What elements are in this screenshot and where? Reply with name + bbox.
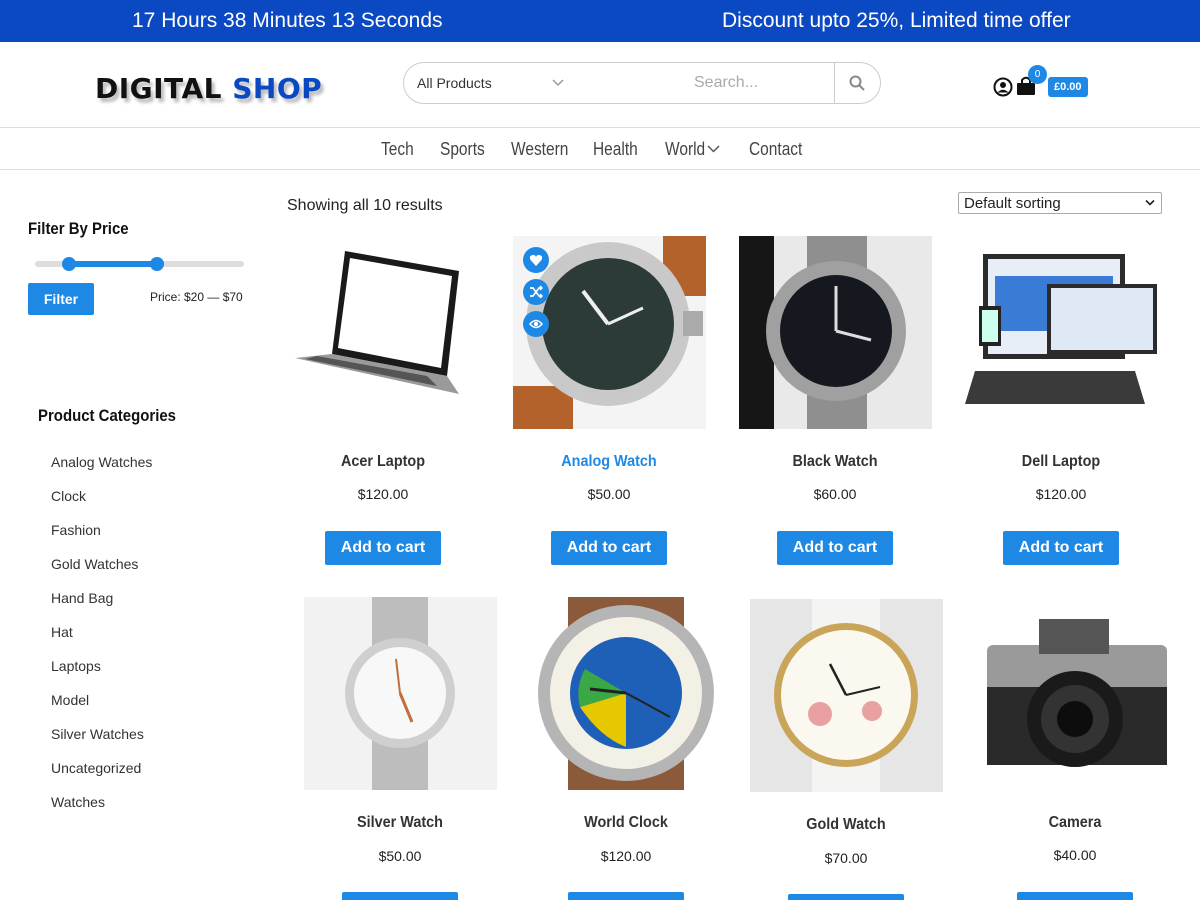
category-link[interactable]: Laptops bbox=[51, 658, 101, 674]
category-select[interactable]: All Products bbox=[417, 75, 492, 91]
category-link[interactable]: Watches bbox=[51, 794, 105, 810]
product-image-laptop[interactable] bbox=[287, 236, 480, 429]
chevron-down-icon bbox=[1145, 199, 1155, 206]
category-link[interactable]: Clock bbox=[51, 488, 86, 504]
main-nav: Tech Sports Western Health World Contact bbox=[0, 129, 1200, 170]
nav-item-sports[interactable]: Sports bbox=[440, 139, 485, 160]
chevron-down-icon[interactable] bbox=[707, 144, 720, 154]
sort-select-value: Default sorting bbox=[964, 195, 1061, 212]
filter-button[interactable]: Filter bbox=[28, 283, 94, 315]
add-to-cart-button[interactable]: Add to cart bbox=[342, 892, 458, 900]
category-link[interactable]: Model bbox=[51, 692, 89, 708]
product-price: $120.00 bbox=[600, 848, 652, 864]
product-image-gold-watch[interactable] bbox=[750, 599, 943, 792]
nav-item-world[interactable]: World bbox=[665, 139, 705, 160]
product-price: $120.00 bbox=[1035, 486, 1087, 502]
product-title[interactable]: World Clock bbox=[524, 814, 727, 832]
category-link[interactable]: Hat bbox=[51, 624, 73, 640]
nav-item-contact[interactable]: Contact bbox=[749, 139, 802, 160]
category-link[interactable]: Silver Watches bbox=[51, 726, 144, 742]
countdown-timer: 17 Hours 38 Minutes 13 Seconds bbox=[132, 9, 443, 32]
product-title[interactable]: Camera bbox=[973, 814, 1176, 832]
eye-icon bbox=[529, 319, 543, 329]
product-price: $120.00 bbox=[357, 486, 409, 502]
add-to-cart-button[interactable]: Add to cart bbox=[551, 531, 667, 565]
nav-item-health[interactable]: Health bbox=[593, 139, 638, 160]
product-image-camera[interactable] bbox=[979, 597, 1172, 790]
product-title[interactable]: Acer Laptop bbox=[281, 453, 484, 471]
filter-by-price-title: Filter By Price bbox=[28, 219, 129, 238]
cart-total[interactable]: £0.00 bbox=[1048, 77, 1088, 97]
product-price: $60.00 bbox=[813, 486, 857, 502]
search-button[interactable] bbox=[834, 63, 881, 103]
quick-view-button[interactable] bbox=[523, 311, 549, 337]
category-link[interactable]: Fashion bbox=[51, 522, 101, 538]
category-link[interactable]: Hand Bag bbox=[51, 590, 113, 606]
product-title[interactable]: Analog Watch bbox=[507, 453, 710, 471]
account-icon[interactable] bbox=[993, 77, 1013, 97]
result-count: Showing all 10 results bbox=[287, 197, 443, 214]
offer-text: Discount upto 25%, Limited time offer bbox=[722, 9, 1071, 32]
cart-count-badge: 0 bbox=[1028, 65, 1047, 84]
add-to-cart-button[interactable]: Add to cart bbox=[568, 892, 684, 900]
product-price: $50.00 bbox=[587, 486, 631, 502]
product-title[interactable]: Dell Laptop bbox=[959, 453, 1162, 471]
promo-banner: 17 Hours 38 Minutes 13 Seconds Discount … bbox=[0, 0, 1200, 42]
site-header: DIGITAL SHOP All Products Search... 0 £0… bbox=[0, 42, 1200, 128]
product-price: $50.00 bbox=[378, 848, 422, 864]
logo-text-digital: DIGITAL bbox=[95, 72, 222, 105]
compare-button[interactable] bbox=[523, 279, 549, 305]
search-icon bbox=[849, 75, 865, 91]
heart-icon bbox=[529, 254, 543, 266]
category-link[interactable]: Gold Watches bbox=[51, 556, 138, 572]
product-categories-title: Product Categories bbox=[38, 406, 176, 425]
add-to-cart-button[interactable]: Add to cart bbox=[1003, 531, 1119, 565]
category-link[interactable]: Uncategorized bbox=[51, 760, 141, 776]
product-title[interactable]: Black Watch bbox=[733, 453, 936, 471]
search-input[interactable]: Search... bbox=[694, 74, 758, 92]
product-price: $70.00 bbox=[824, 850, 868, 866]
shuffle-icon bbox=[530, 285, 543, 299]
add-to-cart-button[interactable]: Add to cart bbox=[777, 531, 893, 565]
product-image-world-clock[interactable] bbox=[530, 597, 723, 790]
product-image-dell-laptop[interactable] bbox=[965, 236, 1158, 429]
price-slider-max-handle[interactable] bbox=[150, 257, 164, 271]
chevron-down-icon[interactable] bbox=[551, 75, 565, 89]
nav-item-tech[interactable]: Tech bbox=[381, 139, 414, 160]
product-title[interactable]: Gold Watch bbox=[744, 816, 947, 834]
product-image-silver-watch[interactable] bbox=[304, 597, 497, 790]
add-to-cart-button[interactable]: Add to cart bbox=[1017, 892, 1133, 900]
product-price: $40.00 bbox=[1053, 847, 1097, 863]
price-slider-min-handle[interactable] bbox=[62, 257, 76, 271]
wishlist-button[interactable] bbox=[523, 247, 549, 273]
logo-text-shop: SHOP bbox=[232, 72, 323, 105]
price-slider-range bbox=[69, 261, 157, 267]
price-range-label: Price: $20 — $70 bbox=[150, 290, 243, 304]
product-image-black-watch[interactable] bbox=[739, 236, 932, 429]
nav-item-western[interactable]: Western bbox=[511, 139, 568, 160]
site-logo[interactable]: DIGITAL SHOP bbox=[95, 72, 322, 105]
sort-select[interactable]: Default sorting bbox=[958, 192, 1162, 214]
add-to-cart-button[interactable]: Add to cart bbox=[325, 531, 441, 565]
add-to-cart-button[interactable]: Add to cart bbox=[788, 894, 904, 900]
category-link[interactable]: Analog Watches bbox=[51, 454, 152, 470]
product-title[interactable]: Silver Watch bbox=[298, 814, 501, 832]
search-bar: All Products Search... bbox=[403, 62, 881, 104]
